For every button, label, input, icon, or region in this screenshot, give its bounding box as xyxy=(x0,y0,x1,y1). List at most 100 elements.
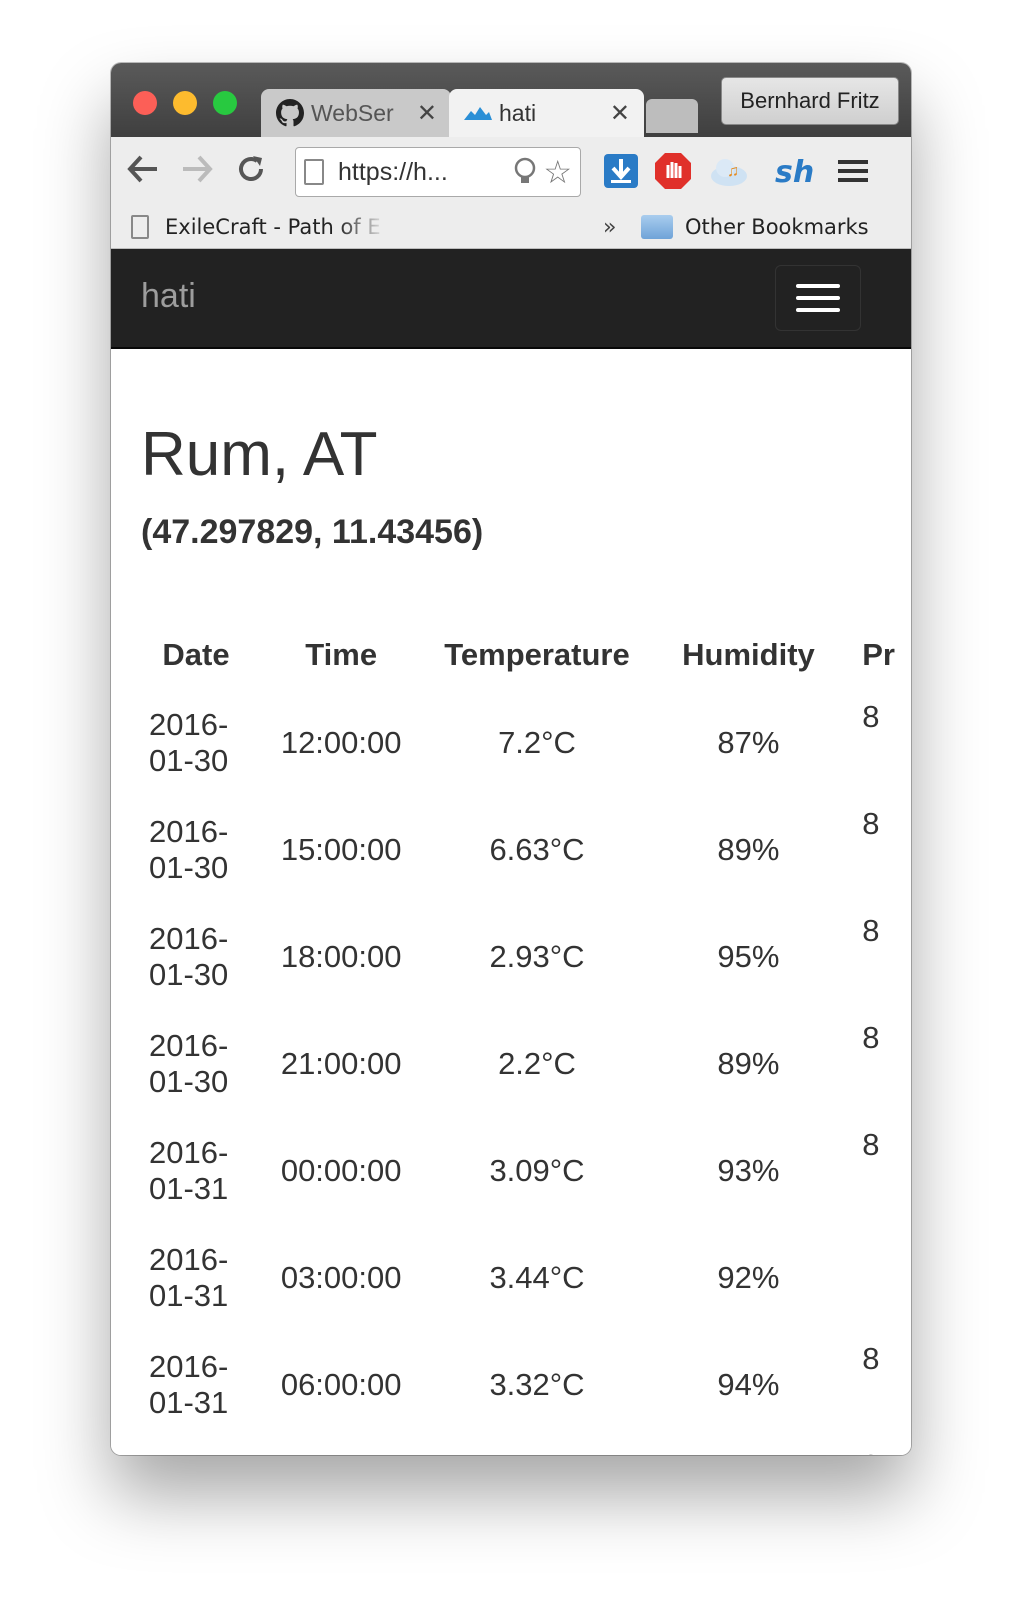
cell-date-line: 01-31 xyxy=(149,1277,229,1313)
cell-date-line: 2016- xyxy=(149,813,229,849)
cell-temperature: 7.2°C xyxy=(498,724,576,760)
navbar-brand[interactable]: hati xyxy=(141,277,196,316)
table-row: 2016- 01-31 06:00:00 3.32°C 94% 8 xyxy=(133,1331,911,1438)
table-row: 2016- 01-30 18:00:00 2.93°C 95% 8 xyxy=(133,903,911,1010)
cell-time: 03:00:00 xyxy=(280,1259,402,1295)
cell-temperature: 2.2°C xyxy=(498,1045,576,1081)
folder-icon xyxy=(641,215,673,239)
cell-date: 2016- 01-30 xyxy=(133,1010,259,1117)
cell-pressure: 8 xyxy=(862,1020,880,1055)
page-viewport: hati Rum, AT (47.297829, 11.43456) Date … xyxy=(111,249,911,1455)
address-bar[interactable]: https://h... ☆ xyxy=(295,147,581,197)
cell-humidity: 95% xyxy=(717,938,780,974)
page-icon xyxy=(131,215,149,239)
adblock-icon[interactable] xyxy=(653,151,693,191)
cell-humidity: 89% xyxy=(717,831,780,867)
table-row: 2016-01-3109:00:004.35°C97%8 xyxy=(133,1438,911,1455)
new-tab-button[interactable] xyxy=(646,99,698,133)
table-row: 2016- 01-31 00:00:00 3.09°C 93% 8 xyxy=(133,1117,911,1224)
bookmark-label: ExileCraft - Path of E xyxy=(165,215,381,239)
download-extension-icon[interactable] xyxy=(601,151,641,191)
cell-time: 21:00:00 xyxy=(280,1045,402,1081)
title-bar: WebSer ✕ hati ✕ Bernhard Fritz xyxy=(111,63,911,137)
tab-close-icon[interactable]: ✕ xyxy=(610,99,630,128)
bookmark-star-icon[interactable]: ☆ xyxy=(543,153,572,191)
other-bookmarks-folder[interactable]: Other Bookmarks xyxy=(641,205,869,249)
weather-table: Date Time Temperature Humidity Pr 2016- 0… xyxy=(133,621,911,1455)
location-coordinates: (47.297829, 11.43456) xyxy=(141,513,484,551)
cell-time: 06:00:00 xyxy=(280,1366,402,1402)
cell-humidity: 89% xyxy=(717,1045,780,1081)
tab-hati[interactable]: hati ✕ xyxy=(449,89,644,137)
table-header-row: Date Time Temperature Humidity Pr xyxy=(133,621,911,689)
browser-window: WebSer ✕ hati ✕ Bernhard Fritz https://h… xyxy=(111,63,911,1455)
svg-text:sh: sh xyxy=(775,155,813,188)
cell-pressure: 8 xyxy=(846,1438,911,1455)
header-temperature: Temperature xyxy=(444,637,630,672)
cell-date-line: 2016- xyxy=(149,920,229,956)
cell-time: 15:00:00 xyxy=(280,831,402,867)
cell-date-line: 01-31 xyxy=(149,1384,229,1420)
table-row: 2016- 01-31 03:00:00 3.44°C 92% xyxy=(133,1224,911,1331)
site-navbar: hati xyxy=(111,249,911,349)
cell-time: 18:00:00 xyxy=(280,938,402,974)
toggle-bar-icon xyxy=(796,284,840,288)
cell-temperature: 3.32°C xyxy=(489,1366,585,1402)
close-window-button[interactable] xyxy=(133,91,157,115)
hamburger-menu-icon[interactable] xyxy=(833,151,873,191)
cell-date-line: 2016- xyxy=(149,1134,229,1170)
cell-date: 2016- 01-30 xyxy=(133,903,259,1010)
cell-pressure: 8 xyxy=(862,806,880,841)
cell-humidity: 97% xyxy=(651,1438,847,1455)
cell-pressure: 8 xyxy=(862,913,880,948)
cell-temperature: 3.44°C xyxy=(489,1259,585,1295)
cell-pressure: 8 xyxy=(862,1341,880,1376)
cell-pressure xyxy=(846,1224,911,1331)
cell-time: 00:00:00 xyxy=(280,1152,402,1188)
svg-text:♫: ♫ xyxy=(727,163,739,180)
table-row: 2016- 01-30 12:00:00 7.2°C 87% 8 xyxy=(133,689,911,796)
back-arrow-icon[interactable] xyxy=(123,149,163,189)
bookmarks-overflow-chevron[interactable]: » xyxy=(603,205,616,249)
hati-favicon-icon xyxy=(463,98,493,128)
tab-github[interactable]: WebSer ✕ xyxy=(261,89,451,137)
cell-temperature: 2.93°C xyxy=(489,938,585,974)
navbar-toggle-button[interactable] xyxy=(775,265,861,331)
tab-label: hati xyxy=(499,99,537,126)
cell-pressure: 8 xyxy=(862,1127,880,1162)
cell-date: 2016-01-31 xyxy=(133,1117,259,1224)
cell-date-line: 01-30 xyxy=(149,956,229,992)
bookmark-item[interactable]: ExileCraft - Path of E xyxy=(131,205,401,249)
table-row: 2016- 01-30 21:00:00 2.2°C 89% 8 xyxy=(133,1010,911,1117)
cloud-music-icon[interactable]: ♫ xyxy=(709,151,749,191)
cell-date: 2016-01-31 xyxy=(133,1224,259,1331)
tab-label: WebSer xyxy=(311,99,394,126)
sh-extension-icon[interactable]: sh xyxy=(773,151,813,191)
browser-toolbar: https://h... ☆ ♫ sh xyxy=(111,137,911,205)
cell-date: 2016- 01-30 xyxy=(133,796,259,903)
profile-button[interactable]: Bernhard Fritz xyxy=(721,77,899,125)
minimize-window-button[interactable] xyxy=(173,91,197,115)
url-text: https://h... xyxy=(338,157,448,186)
tab-close-icon[interactable]: ✕ xyxy=(417,99,437,128)
cell-date-line: 2016- xyxy=(149,1241,229,1277)
header-time: Time xyxy=(305,637,378,672)
forward-arrow-icon[interactable] xyxy=(177,149,217,189)
lightbulb-icon[interactable] xyxy=(513,157,537,187)
cell-temperature: 6.63°C xyxy=(489,831,585,867)
cell-humidity: 93% xyxy=(717,1152,780,1188)
cell-temperature: 3.09°C xyxy=(489,1152,585,1188)
cell-date-line: 2016- xyxy=(149,706,229,742)
zoom-window-button[interactable] xyxy=(213,91,237,115)
toggle-bar-icon xyxy=(796,308,840,312)
cell-date: 2016- 01-30 xyxy=(133,689,259,796)
cell-date-line: 2016- xyxy=(149,1027,229,1063)
header-humidity: Humidity xyxy=(682,637,815,672)
location-title: Rum, AT xyxy=(141,420,378,489)
cell-humidity: 87% xyxy=(717,724,780,760)
bookmark-label: Other Bookmarks xyxy=(685,215,869,239)
reload-icon[interactable] xyxy=(231,149,271,189)
header-date: Date xyxy=(162,637,230,672)
toggle-bar-icon xyxy=(796,296,840,300)
cell-date: 2016-01-31 xyxy=(133,1438,259,1455)
